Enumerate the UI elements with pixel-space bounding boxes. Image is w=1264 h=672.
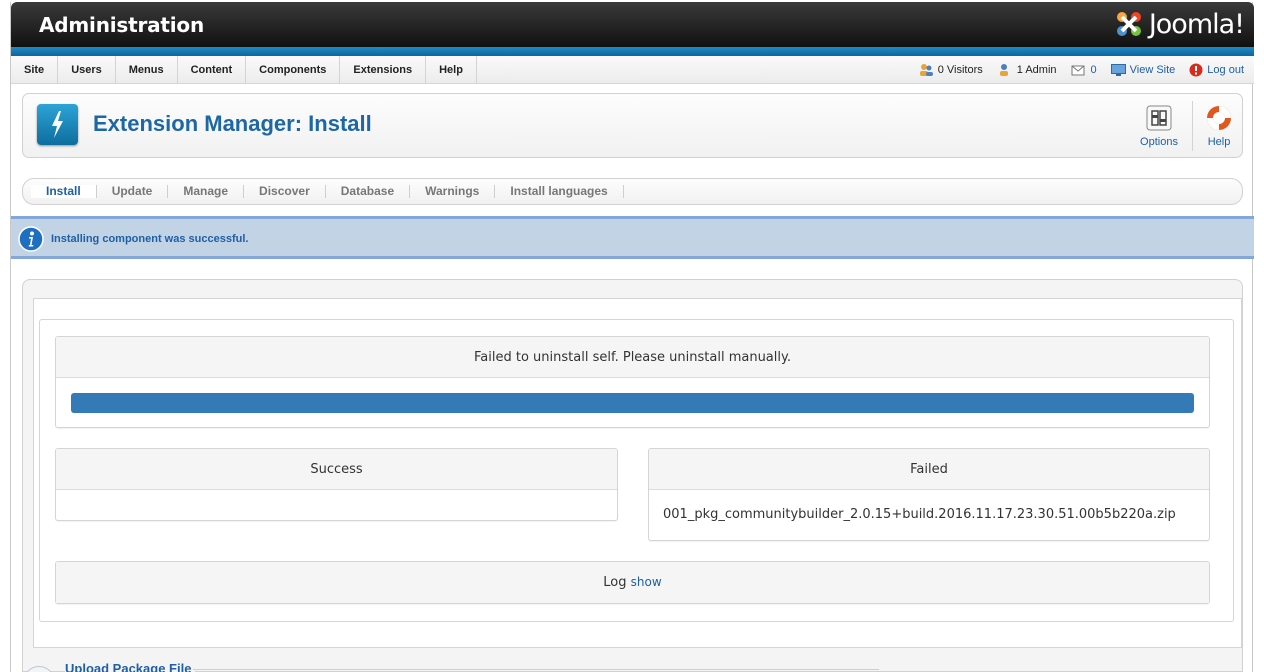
menu-item-content[interactable]: Content [178, 56, 247, 84]
admins-count: 1 Admin [1016, 64, 1057, 76]
admins-status: 1 Admin [997, 63, 1057, 77]
menu-item-components[interactable]: Components [246, 56, 341, 84]
visitors-count: 0 Visitors [937, 64, 983, 76]
logout-label: Log out [1207, 64, 1244, 76]
toolbar: Extension Manager: Install Options Help [22, 93, 1243, 158]
progress-bar [71, 393, 1194, 413]
upload-legend: Upload Package File [65, 661, 196, 672]
menu-bar: Site Users Menus Content Components Exte… [11, 56, 1254, 84]
view-site-link[interactable]: View Site [1110, 64, 1176, 76]
logo-text: Joomla! [1148, 8, 1245, 40]
options-icon [1145, 104, 1173, 132]
submenu: Install Update Manage Discover Database … [22, 178, 1243, 205]
help-button[interactable]: Help [1196, 104, 1242, 148]
failed-item: 001_pkg_communitybuilder_2.0.15+build.20… [663, 507, 1176, 522]
log-panel: Log show [55, 561, 1210, 604]
tab-database[interactable]: Database [326, 185, 411, 198]
log-heading: Log show [56, 562, 1209, 603]
main-menu: Site Users Menus Content Components Exte… [11, 56, 477, 84]
header-bar: Administration Joomla! [11, 2, 1254, 47]
logout-icon [1189, 63, 1203, 77]
messages-count: 0 [1090, 64, 1097, 76]
tab-discover[interactable]: Discover [244, 185, 326, 198]
status-panel: Failed to uninstall self. Please uninsta… [55, 336, 1210, 428]
options-button[interactable]: Options [1136, 104, 1182, 148]
system-message: Installing component was successful. [11, 216, 1254, 259]
view-site-label: View Site [1129, 64, 1176, 76]
messages-status[interactable]: 0 [1071, 64, 1097, 77]
lifebuoy-icon [1205, 104, 1233, 132]
admin-frame: Administration Joomla! Site Users Menus … [10, 2, 1254, 672]
messages-icon [1071, 65, 1085, 75]
joomla-logo[interactable]: Joomla! [1113, 8, 1245, 40]
success-heading: Success [56, 449, 617, 490]
joomla-logo-icon [1116, 12, 1141, 36]
menu-item-site[interactable]: Site [11, 56, 59, 84]
tab-install[interactable]: Install [31, 185, 97, 198]
info-icon [18, 226, 44, 255]
tab-install-languages[interactable]: Install languages [495, 185, 624, 198]
tab-update[interactable]: Update [97, 185, 169, 198]
tab-warnings[interactable]: Warnings [410, 185, 496, 198]
menu-item-users[interactable]: Users [58, 56, 116, 84]
logout-link[interactable]: Log out [1189, 63, 1244, 77]
status-bar: 0 Visitors 1 Admin 0 View Site Log out [904, 56, 1244, 84]
failed-panel: Failed 001_pkg_communitybuilder_2.0.15+b… [648, 448, 1210, 541]
upload-fieldset-border [193, 669, 879, 670]
failed-heading: Failed [649, 449, 1209, 490]
visitors-icon [919, 64, 933, 76]
help-label: Help [1207, 136, 1231, 148]
success-panel: Success [55, 448, 618, 521]
toolbar-separator [1192, 101, 1193, 151]
log-show-link[interactable]: show [631, 575, 662, 589]
monitor-icon [1110, 64, 1126, 76]
status-heading: Failed to uninstall self. Please uninsta… [56, 337, 1209, 378]
log-label: Log [603, 575, 627, 590]
extension-manager-icon [37, 104, 78, 145]
visitors-status: 0 Visitors [918, 63, 983, 77]
header-title: Administration [39, 13, 205, 37]
page-title: Extension Manager: Install [93, 111, 372, 136]
menu-item-menus[interactable]: Menus [116, 56, 178, 84]
menu-item-extensions[interactable]: Extensions [340, 56, 427, 84]
message-text: Installing component was successful. [51, 233, 249, 245]
progress-wrap [56, 378, 1209, 428]
tab-manage[interactable]: Manage [168, 185, 245, 198]
menu-item-help[interactable]: Help [426, 56, 477, 84]
options-label: Options [1140, 136, 1178, 148]
admin-icon [999, 64, 1008, 76]
header-stripe [11, 47, 1254, 56]
